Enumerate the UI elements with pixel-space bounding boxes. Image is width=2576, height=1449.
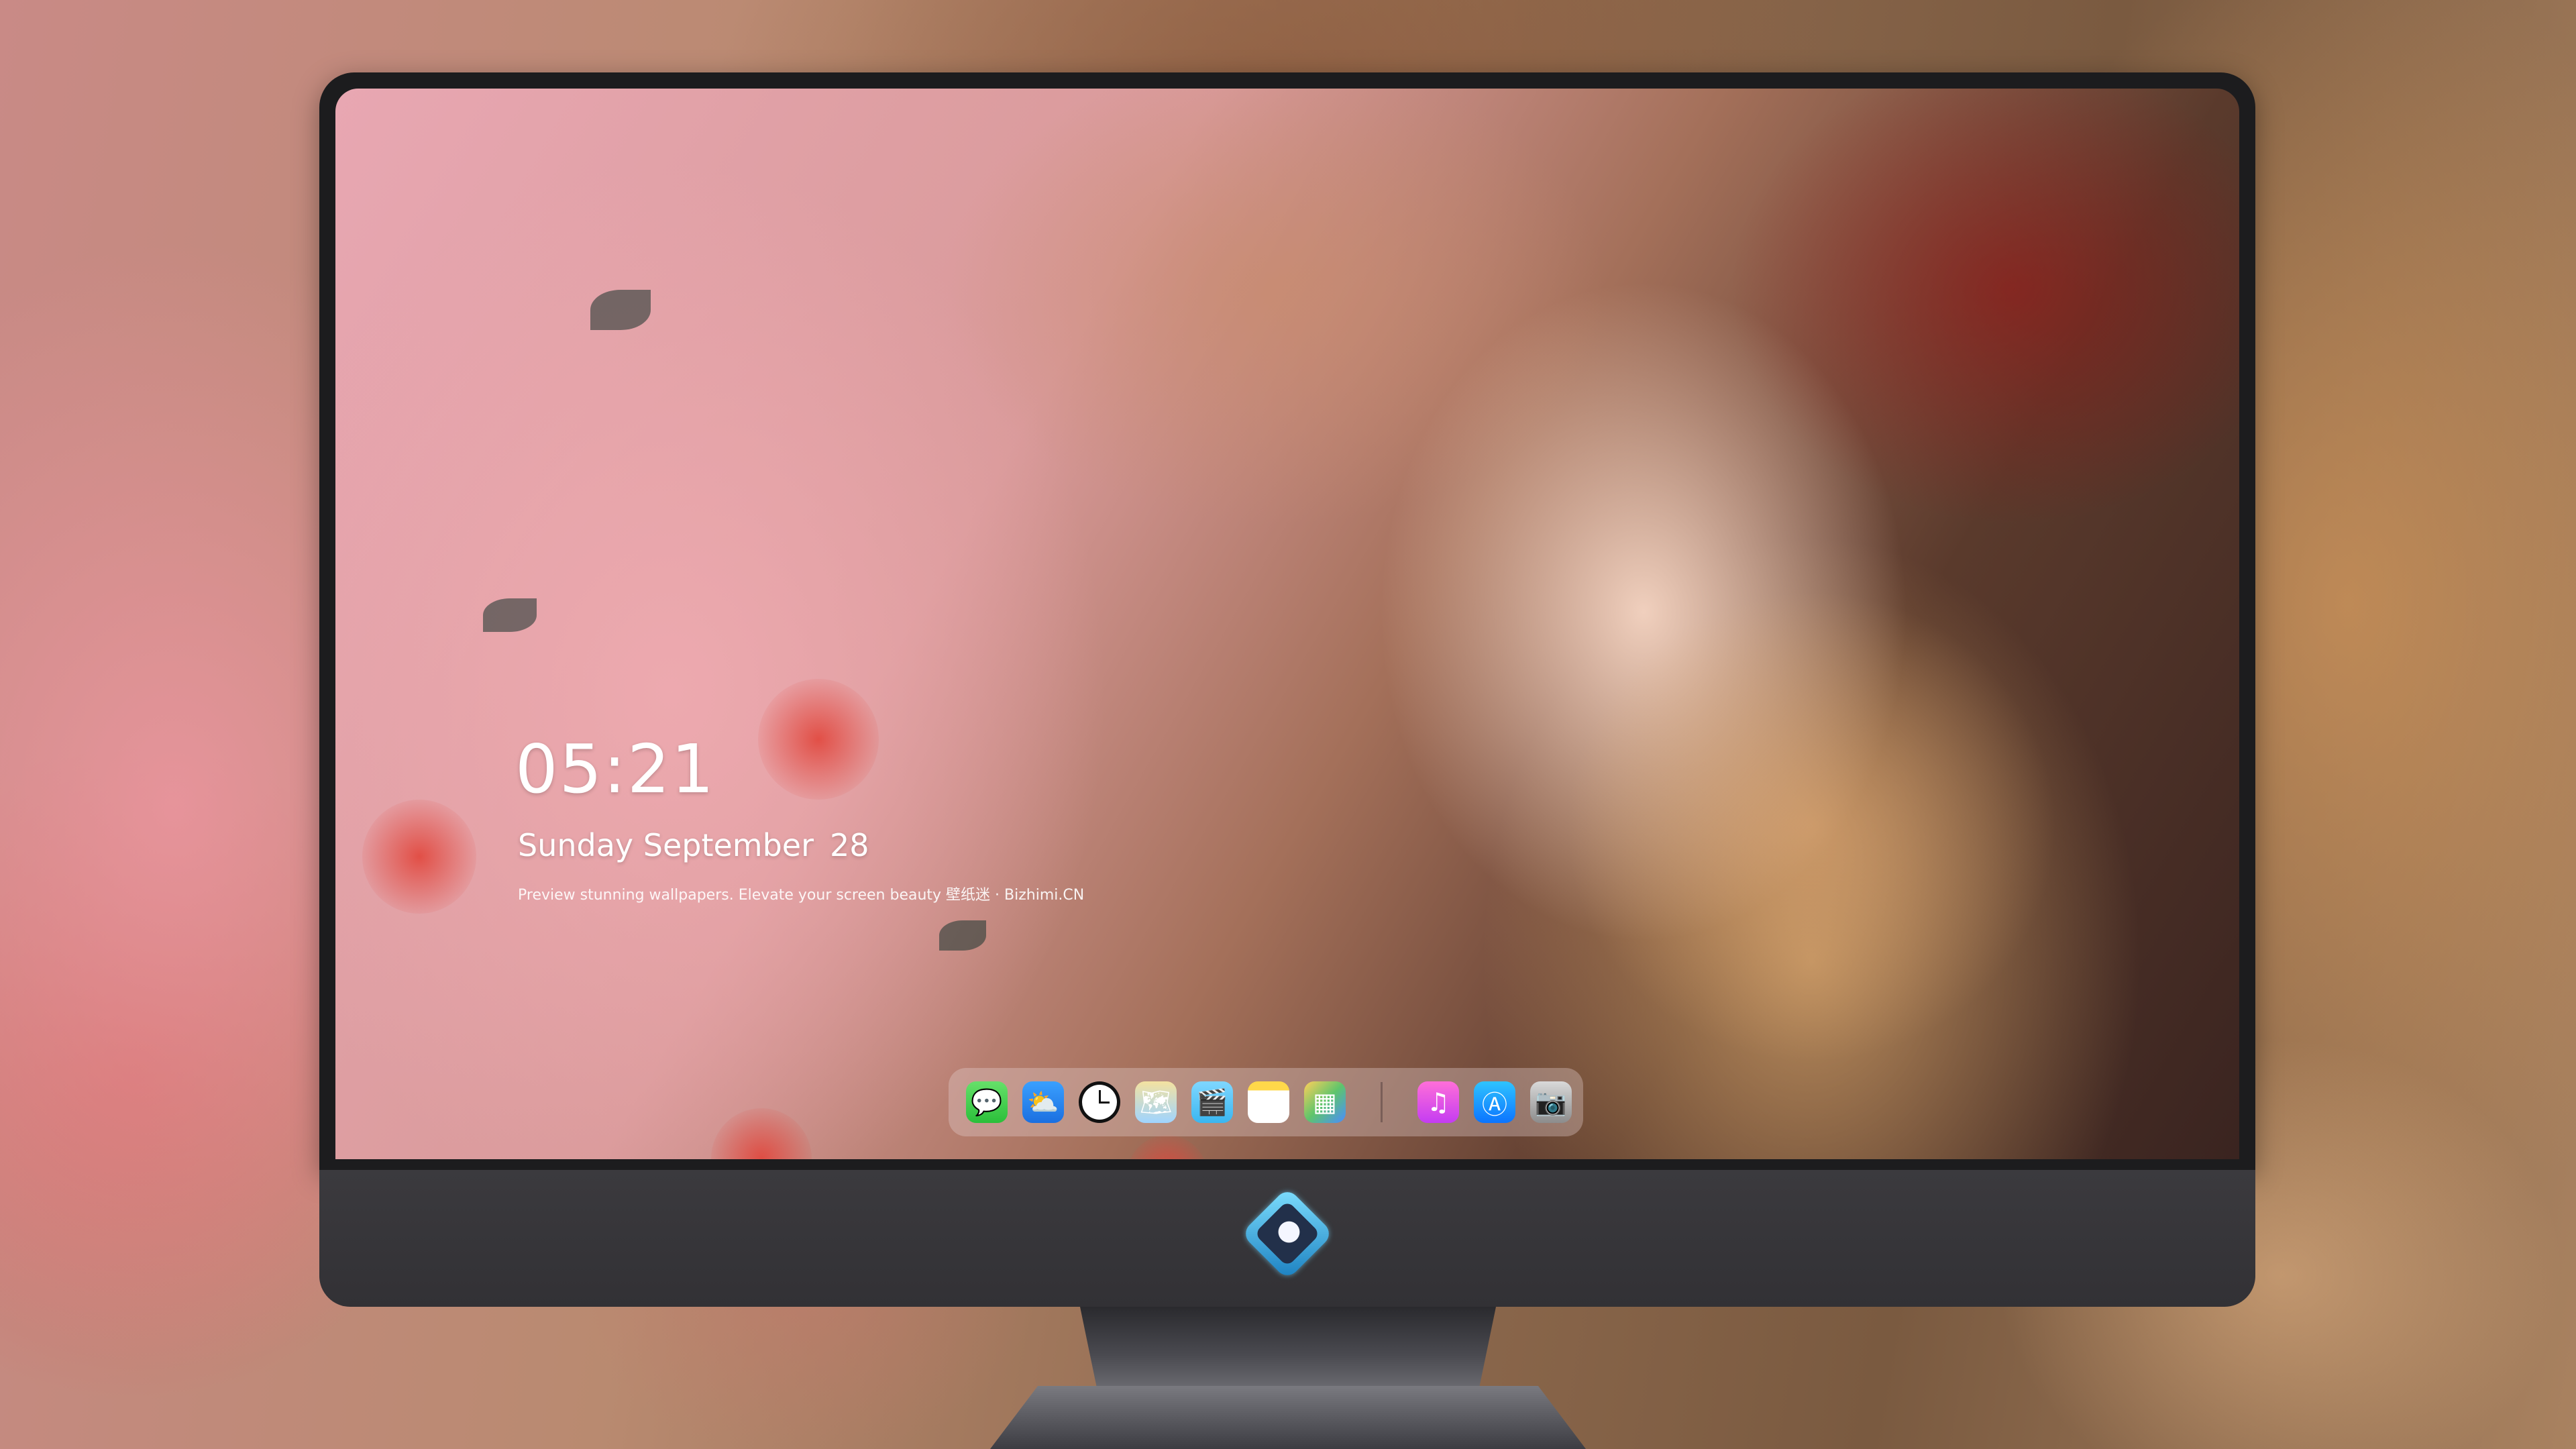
- notes-app-icon[interactable]: [1248, 1081, 1289, 1123]
- photos-icon: ▦: [1313, 1087, 1337, 1117]
- chat-bubble-icon: 💬: [971, 1087, 1003, 1117]
- clock-app-icon[interactable]: [1079, 1081, 1120, 1123]
- app-store-app-icon[interactable]: Ⓐ: [1474, 1081, 1515, 1123]
- music-app-icon[interactable]: ♫: [1417, 1081, 1459, 1123]
- date-text: Sunday September: [518, 827, 814, 863]
- app-store-icon: Ⓐ: [1481, 1089, 1507, 1120]
- lock-screen: 05:21 Sunday September 28 Preview stunnin…: [335, 89, 2239, 1159]
- dock: 💬 ⛅ 🗺 🎬 ▦ ♫ Ⓐ 📷: [949, 1068, 1583, 1136]
- wallpaper-flower: [711, 1108, 812, 1159]
- monitor: 05:21 Sunday September 28 Preview stunnin…: [319, 72, 2255, 1307]
- photos-app-icon[interactable]: ▦: [1304, 1081, 1346, 1123]
- date-day-number: 28: [830, 827, 869, 863]
- clock-icon: [1082, 1085, 1117, 1120]
- monitor-stand-neck: [1080, 1307, 1496, 1387]
- weather-app-icon[interactable]: ⛅: [1022, 1081, 1064, 1123]
- lock-screen-date: Sunday September 28: [518, 826, 869, 864]
- wallpaper-flower: [1127, 1135, 1208, 1159]
- maps-app-icon[interactable]: 🗺: [1135, 1081, 1177, 1123]
- clips-app-icon[interactable]: 🎬: [1191, 1081, 1233, 1123]
- wallpaper-flower: [362, 800, 476, 914]
- monitor-chin: [319, 1170, 2255, 1307]
- wallpaper-leaf: [483, 598, 537, 632]
- bizhimi-mascot-logo-icon: [1240, 1187, 1334, 1281]
- cloud-sun-icon: ⛅: [1027, 1087, 1059, 1117]
- dock-separator: [1381, 1082, 1383, 1122]
- monitor-stand-foot: [990, 1386, 1586, 1449]
- clapperboard-icon: 🎬: [1196, 1087, 1228, 1117]
- wallpaper-highlight: [1409, 491, 2214, 1159]
- monitor-bezel: 05:21 Sunday September 28 Preview stunnin…: [319, 72, 2255, 1170]
- lock-screen-time: 05:21: [515, 730, 716, 808]
- wallpaper-flower: [758, 679, 879, 800]
- wallpaper-leaf: [590, 290, 651, 330]
- lock-screen-tagline: Preview stunning wallpapers. Elevate you…: [518, 887, 1085, 904]
- camera-app-icon[interactable]: 📷: [1530, 1081, 1572, 1123]
- camera-icon: 📷: [1535, 1087, 1567, 1117]
- wallpaper-leaf: [939, 920, 986, 951]
- map-icon: 🗺: [1139, 1087, 1173, 1117]
- messages-app-icon[interactable]: 💬: [966, 1081, 1008, 1123]
- music-note-icon: ♫: [1426, 1087, 1450, 1117]
